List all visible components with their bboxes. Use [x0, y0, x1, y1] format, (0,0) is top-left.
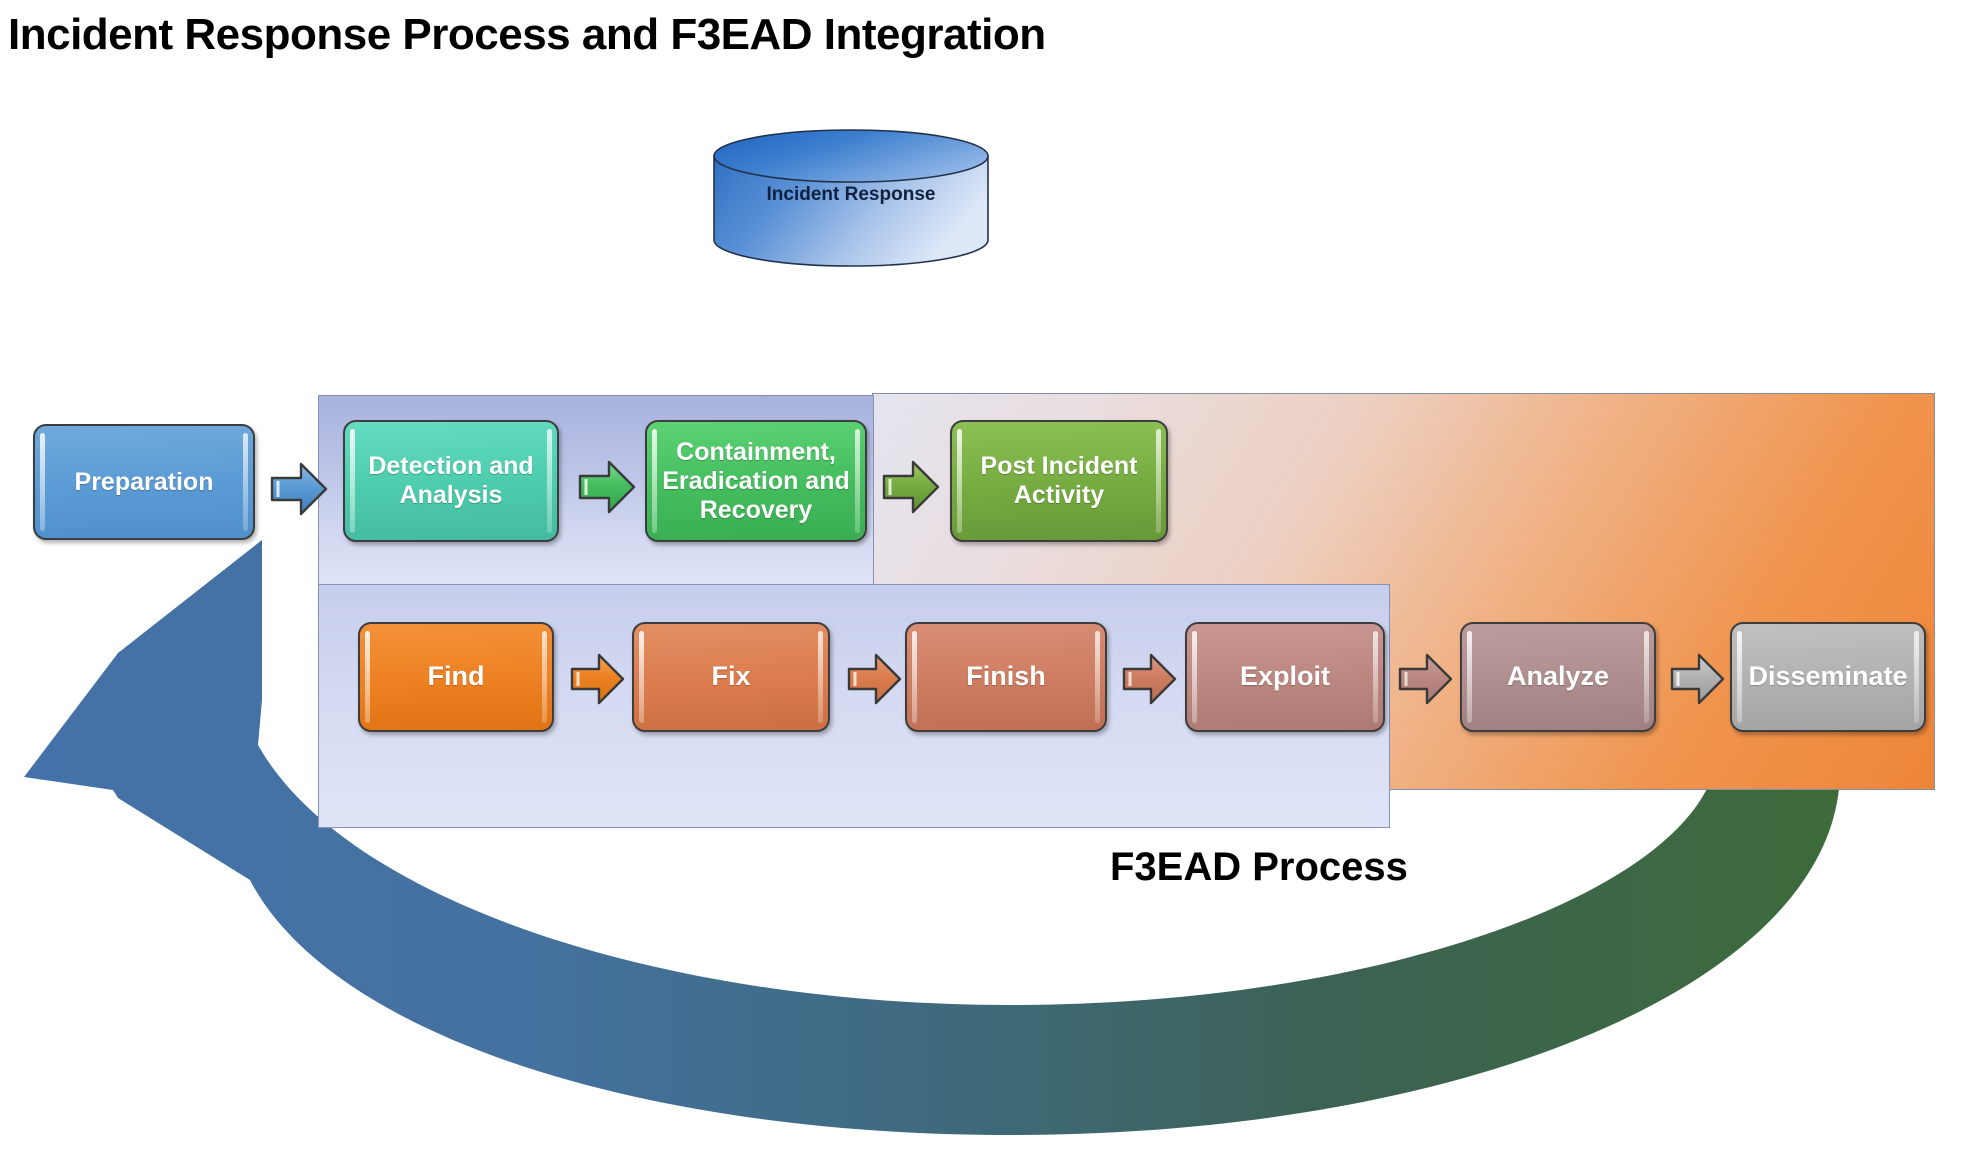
- step-label: Exploit: [1239, 661, 1330, 692]
- arrow-exploit-to-analyze: [1398, 653, 1453, 705]
- step-label: Fix: [711, 661, 751, 692]
- arrow-containment-to-post: [882, 460, 940, 514]
- step-box-analyze[interactable]: Analyze: [1460, 622, 1656, 732]
- page-title: Incident Response Process and F3EAD Inte…: [8, 10, 1046, 59]
- step-box-disseminate[interactable]: Disseminate: [1730, 622, 1926, 732]
- step-label: Preparation: [74, 467, 214, 496]
- arrow-preparation-to-detection: [270, 462, 328, 516]
- cylinder-shape: [713, 129, 989, 267]
- step-box-preparation[interactable]: Preparation: [33, 424, 255, 540]
- step-box-find[interactable]: Find: [358, 622, 554, 732]
- step-box-post-incident-activity[interactable]: Post Incident Activity: [950, 420, 1168, 542]
- step-label: Find: [427, 661, 485, 692]
- diagram-canvas: Incident Response Process and F3EAD Inte…: [0, 0, 1970, 1160]
- arrow-fix-to-finish: [847, 653, 902, 705]
- step-label: Finish: [966, 661, 1046, 692]
- f3ead-process-caption: F3EAD Process: [1110, 845, 1408, 889]
- incident-response-cylinder: Incident Response: [712, 128, 990, 268]
- arrow-finish-to-exploit: [1122, 653, 1177, 705]
- step-label: Disseminate: [1748, 661, 1908, 692]
- step-label: Containment, Eradication and Recovery: [662, 437, 850, 524]
- step-label: Post Incident Activity: [980, 452, 1138, 509]
- step-box-fix[interactable]: Fix: [632, 622, 830, 732]
- step-box-finish[interactable]: Finish: [905, 622, 1107, 732]
- step-label: Analyze: [1506, 661, 1610, 692]
- step-label: Detection and Analysis: [368, 452, 534, 509]
- arrow-detection-to-containment: [578, 460, 636, 514]
- step-box-detection-and-analysis[interactable]: Detection and Analysis: [343, 420, 559, 542]
- step-box-containment-eradication-recovery[interactable]: Containment, Eradication and Recovery: [645, 420, 867, 542]
- arrow-analyze-to-disseminate: [1670, 653, 1725, 705]
- arrow-find-to-fix: [570, 653, 625, 705]
- step-box-exploit[interactable]: Exploit: [1185, 622, 1385, 732]
